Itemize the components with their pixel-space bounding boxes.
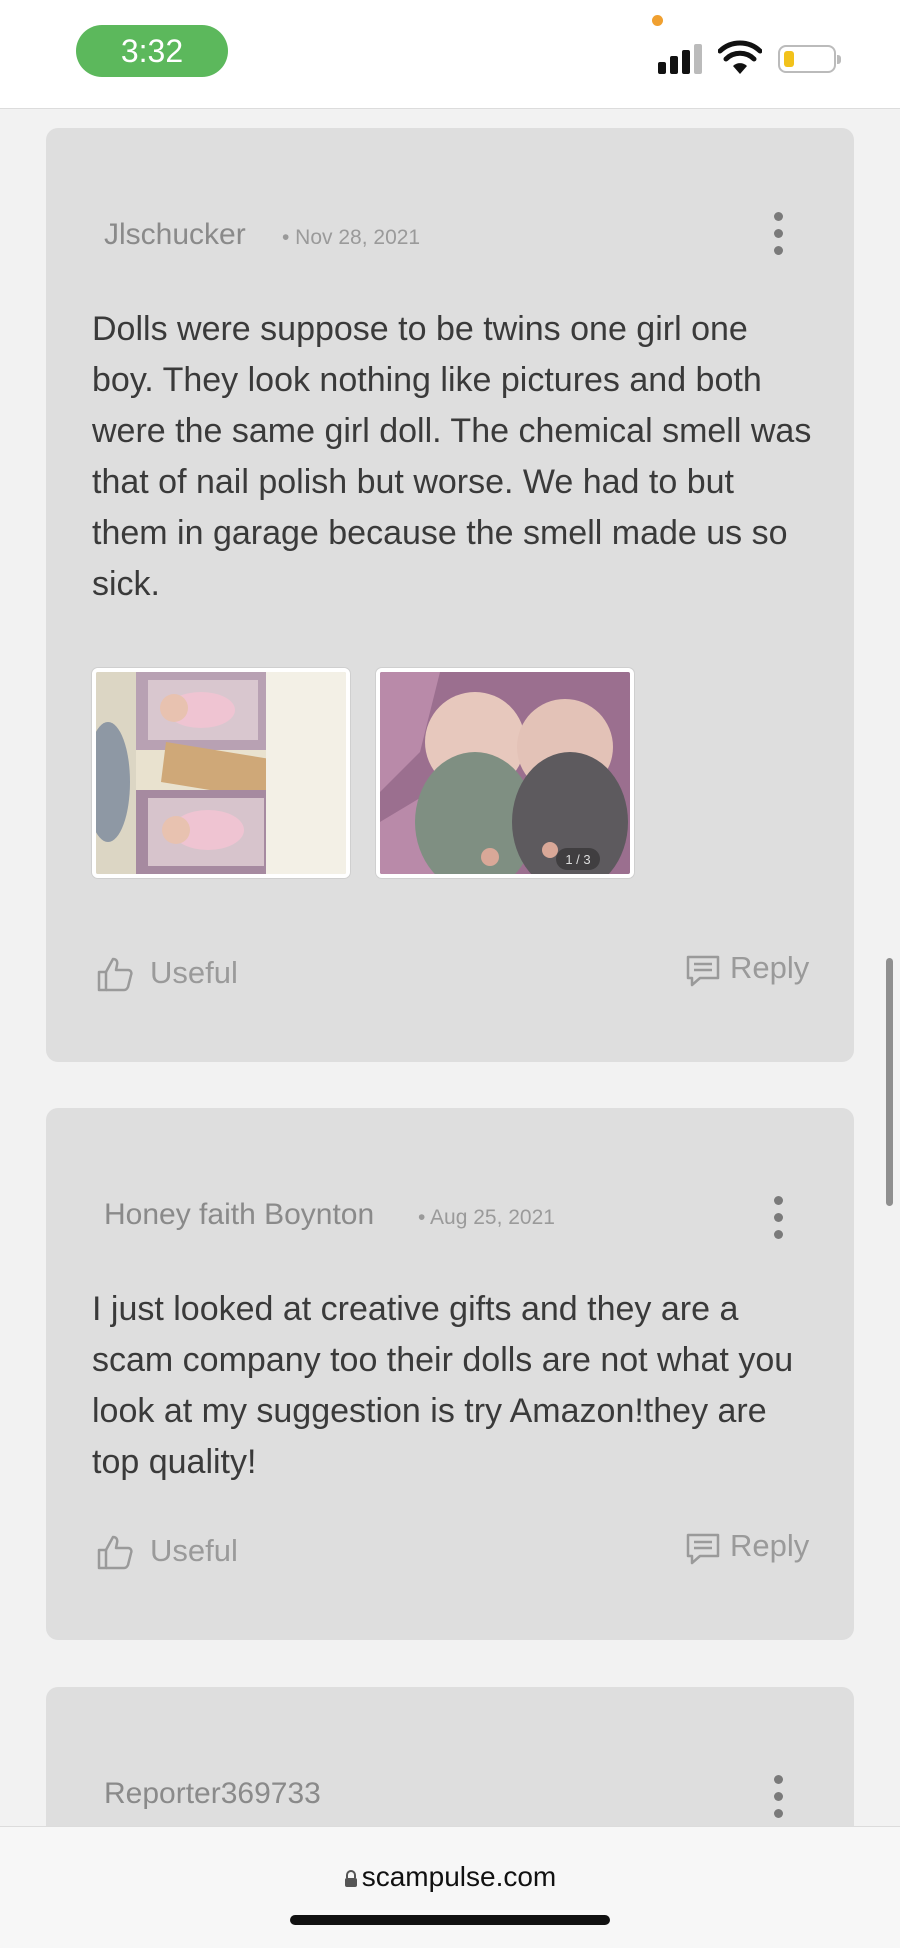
- review-photo-1[interactable]: [92, 668, 350, 878]
- cellular-signal-icon: [658, 44, 706, 74]
- review-text: I just looked at creative gifts and they…: [92, 1290, 794, 1481]
- more-vertical-icon[interactable]: [772, 212, 784, 256]
- review-date: • Aug 25, 2021: [418, 1206, 555, 1229]
- review-card: Reporter369733: [46, 1687, 854, 1847]
- thumbs-up-icon: [97, 957, 133, 992]
- page-scrollbar[interactable]: [886, 958, 893, 1206]
- privacy-indicator-dot: [652, 15, 663, 26]
- useful-button[interactable]: Useful: [96, 953, 256, 997]
- photo-counter: 1 / 3: [565, 852, 590, 867]
- reply-label: Reply: [730, 950, 810, 985]
- review-date: • Nov 28, 2021: [282, 226, 421, 249]
- review-photo-image: [96, 672, 346, 874]
- review-author: Honey faith Boynton: [104, 1198, 375, 1231]
- review-card: Jlschucker • Nov 28, 2021 Dolls were sup…: [46, 128, 854, 1062]
- home-indicator[interactable]: [290, 1915, 610, 1925]
- lock-icon: [344, 1870, 357, 1887]
- review-author: Reporter369733: [104, 1777, 321, 1810]
- useful-label: Useful: [150, 955, 238, 990]
- reply-button[interactable]: Reply: [686, 950, 836, 994]
- more-vertical-icon[interactable]: [772, 1775, 784, 1819]
- useful-button[interactable]: Useful: [96, 1531, 256, 1575]
- review-card: Honey faith Boynton • Aug 25, 2021 I jus…: [46, 1108, 854, 1640]
- thumbs-up-icon: [97, 1535, 133, 1570]
- comment-icon: [686, 955, 720, 987]
- status-bar: 3:32: [0, 0, 900, 109]
- review-author: Jlschucker: [104, 218, 246, 251]
- reply-label: Reply: [730, 1528, 810, 1563]
- url-text: scampulse.com: [361, 1861, 557, 1892]
- review-text: Dolls were suppose to be twins one girl …: [92, 310, 812, 603]
- wifi-icon: [718, 40, 762, 74]
- status-time: 3:32: [76, 25, 228, 77]
- browser-address-bar[interactable]: scampulse.com: [0, 1826, 900, 1948]
- useful-label: Useful: [150, 1533, 238, 1568]
- review-photo-image: 1 / 3: [380, 672, 630, 874]
- more-vertical-icon[interactable]: [772, 1196, 784, 1240]
- url-display[interactable]: scampulse.com: [0, 1861, 900, 1893]
- comment-icon: [686, 1533, 720, 1565]
- reply-button[interactable]: Reply: [686, 1528, 836, 1572]
- review-photo-2[interactable]: 1 / 3: [376, 668, 634, 878]
- battery-icon: [778, 45, 841, 73]
